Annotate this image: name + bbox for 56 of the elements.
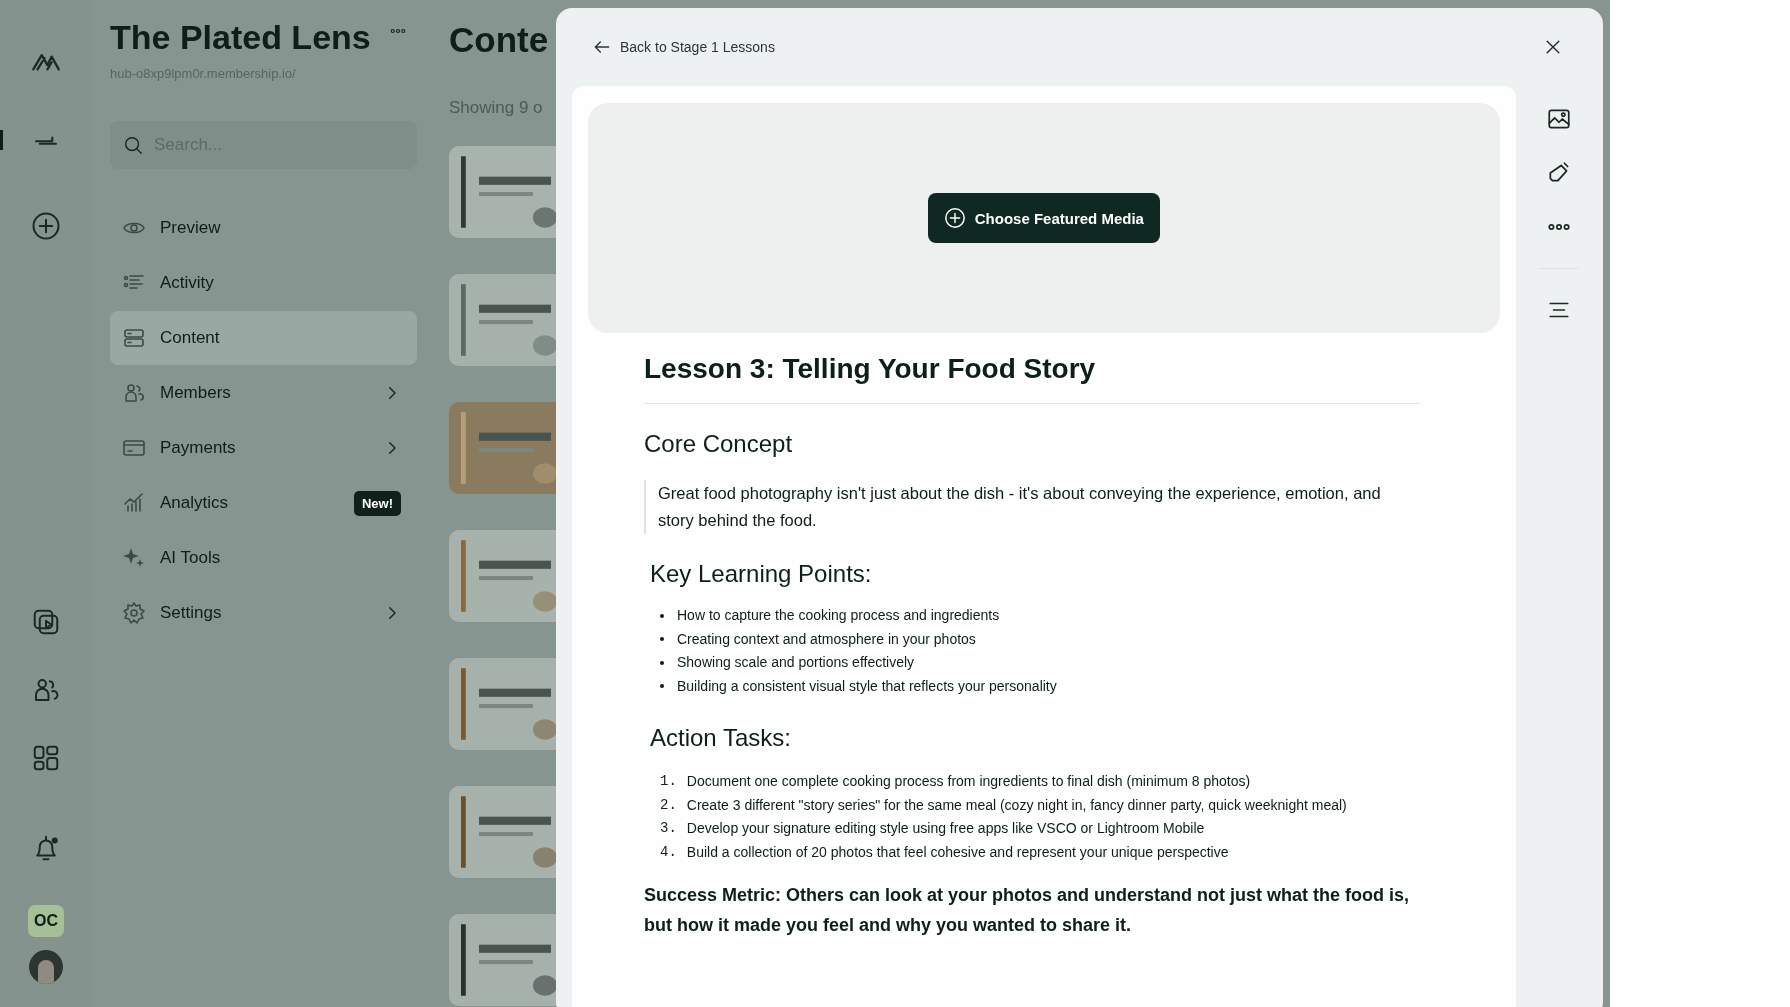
success-metric-text: Success Metric: Others can look at your photos and understand not just what the food is, but how it made you feel and why you wanted to share it. xyxy=(644,884,1411,937)
bullet xyxy=(660,637,664,642)
list-item-text: Create 3 different "story series" for the same meal (cozy night in, fancy dinner party, quick weeknight meal) xyxy=(686,795,1347,815)
nav-label: Preview xyxy=(160,218,222,238)
new-badge: New! xyxy=(353,490,401,516)
initials-avatar[interactable]: OC xyxy=(28,905,64,937)
nav-item[interactable]: Preview xyxy=(110,201,417,255)
add-icon[interactable] xyxy=(31,211,61,241)
page-title: Conte xyxy=(449,20,549,60)
nav-label: Analytics xyxy=(160,493,230,513)
nav-item[interactable]: Activity xyxy=(110,256,417,310)
nav-item[interactable]: AI Tools xyxy=(110,531,417,585)
list-item-text: Build a collection of 20 photos that feel cohesive and represent your unique perspective xyxy=(686,842,1229,862)
section-heading: Core Concept xyxy=(644,430,794,458)
nav-label: AI Tools xyxy=(160,548,222,568)
plus-icon xyxy=(943,207,966,229)
chart-icon xyxy=(122,491,146,515)
results-count: Showing 9 o xyxy=(449,98,544,118)
nav-label: Payments xyxy=(160,438,237,458)
list-number: 1. xyxy=(660,772,677,791)
back-link[interactable]: Back to Stage 1 Lessons xyxy=(592,37,775,57)
section-heading: Action Tasks: xyxy=(650,724,792,752)
people-icon xyxy=(122,381,146,405)
nav-label: Content xyxy=(160,328,221,348)
list-number: 2. xyxy=(660,795,677,815)
lesson-title: Lesson 3: Telling Your Food Story xyxy=(644,353,1097,385)
nav-item[interactable]: Settings xyxy=(110,586,417,640)
list-item-text: Building a consistent visual style that reflects your personality xyxy=(677,676,1057,696)
bullet xyxy=(660,613,664,618)
bullet xyxy=(660,684,664,689)
nav-item[interactable]: Content xyxy=(110,311,417,365)
bullet xyxy=(660,660,664,665)
nav-label: Members xyxy=(160,383,232,403)
list-item-text: Creating context and atmosphere in your photos xyxy=(677,629,976,649)
settings-icon xyxy=(122,601,146,625)
search-icon xyxy=(122,134,144,156)
nav-item[interactable]: Members xyxy=(110,366,417,420)
nav-label: Settings xyxy=(160,603,223,623)
list-item-text: Showing scale and portions effectively xyxy=(677,653,915,672)
nav-item[interactable]: Payments xyxy=(110,421,417,475)
site-title: The Plated Lens xyxy=(110,18,371,57)
nav-label: Activity xyxy=(160,273,215,293)
user-avatar[interactable] xyxy=(29,950,63,984)
nav-item[interactable]: Analytics New! xyxy=(110,476,417,530)
stack-icon xyxy=(122,326,146,350)
list-item-text: Document one complete cooking process from ingredients to final dish (minimum 8 photos) xyxy=(686,772,1251,791)
choose-media-button[interactable]: Choose Featured Media xyxy=(927,193,1160,243)
grid-icon[interactable] xyxy=(31,743,61,773)
list-number: 4. xyxy=(660,842,677,862)
video-icon[interactable] xyxy=(31,607,61,637)
quote-text: Great food photography isn't just about the dish - it's about conveying the experience, emotion, and story behind the food. xyxy=(644,480,1420,534)
list-item-text: How to capture the cooking process and ingredients xyxy=(677,606,1000,625)
image-icon[interactable] xyxy=(1546,106,1573,132)
section-heading: Key Learning Points: xyxy=(650,560,873,588)
list-number: 3. xyxy=(660,819,677,838)
list-item-text: Develop your signature editing style using free apps like VSCO or Lightroom Mobile xyxy=(686,819,1205,838)
